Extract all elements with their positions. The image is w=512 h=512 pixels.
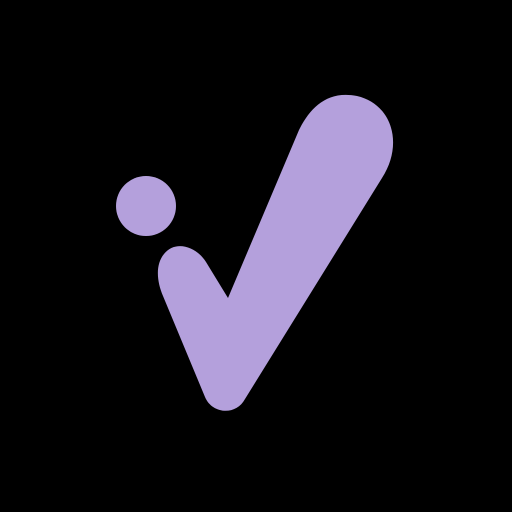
logo-dot (116, 176, 176, 236)
logo-check-stroke (157, 94, 394, 411)
app-icon-canvas (0, 0, 512, 512)
check-mark-logo-icon (116, 94, 394, 411)
